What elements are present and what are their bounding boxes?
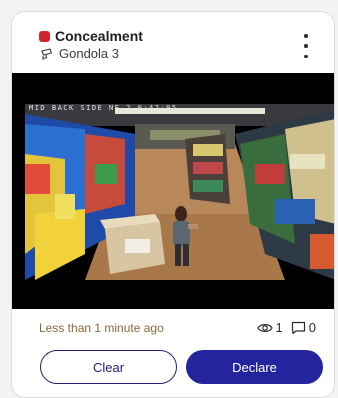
card-header: Concealment Gondola 3	[12, 12, 334, 72]
alert-card: Concealment Gondola 3 MID BACK SIDE NE 2…	[11, 11, 335, 398]
severity-indicator	[39, 30, 50, 42]
clear-button[interactable]: Clear	[40, 350, 177, 384]
title-row: Concealment	[39, 28, 143, 44]
camera-frame: MID BACK SIDE NE 2 0:42:05	[25, 104, 334, 280]
comment-icon	[291, 321, 305, 334]
timestamp: Less than 1 minute ago	[39, 321, 164, 335]
more-options-button[interactable]	[298, 34, 314, 58]
comments-count: 0	[308, 320, 316, 335]
camera-icon	[41, 47, 53, 60]
location-row: Gondola 3	[40, 46, 119, 61]
video-player[interactable]: MID BACK SIDE NE 2 0:42:05	[12, 73, 334, 309]
stats: 1 0	[256, 320, 316, 335]
card-footer: Less than 1 minute ago 1 0	[12, 317, 334, 337]
store-scene-image	[25, 104, 334, 280]
more-vertical-icon	[304, 34, 308, 38]
eye-icon	[256, 323, 273, 332]
declare-button[interactable]: Declare	[186, 350, 323, 384]
alert-title: Concealment	[55, 28, 143, 44]
alert-location: Gondola 3	[59, 46, 119, 61]
views-count: 1	[275, 320, 283, 335]
camera-osd-text: MID BACK SIDE NE 2 0:42:05	[29, 104, 178, 112]
